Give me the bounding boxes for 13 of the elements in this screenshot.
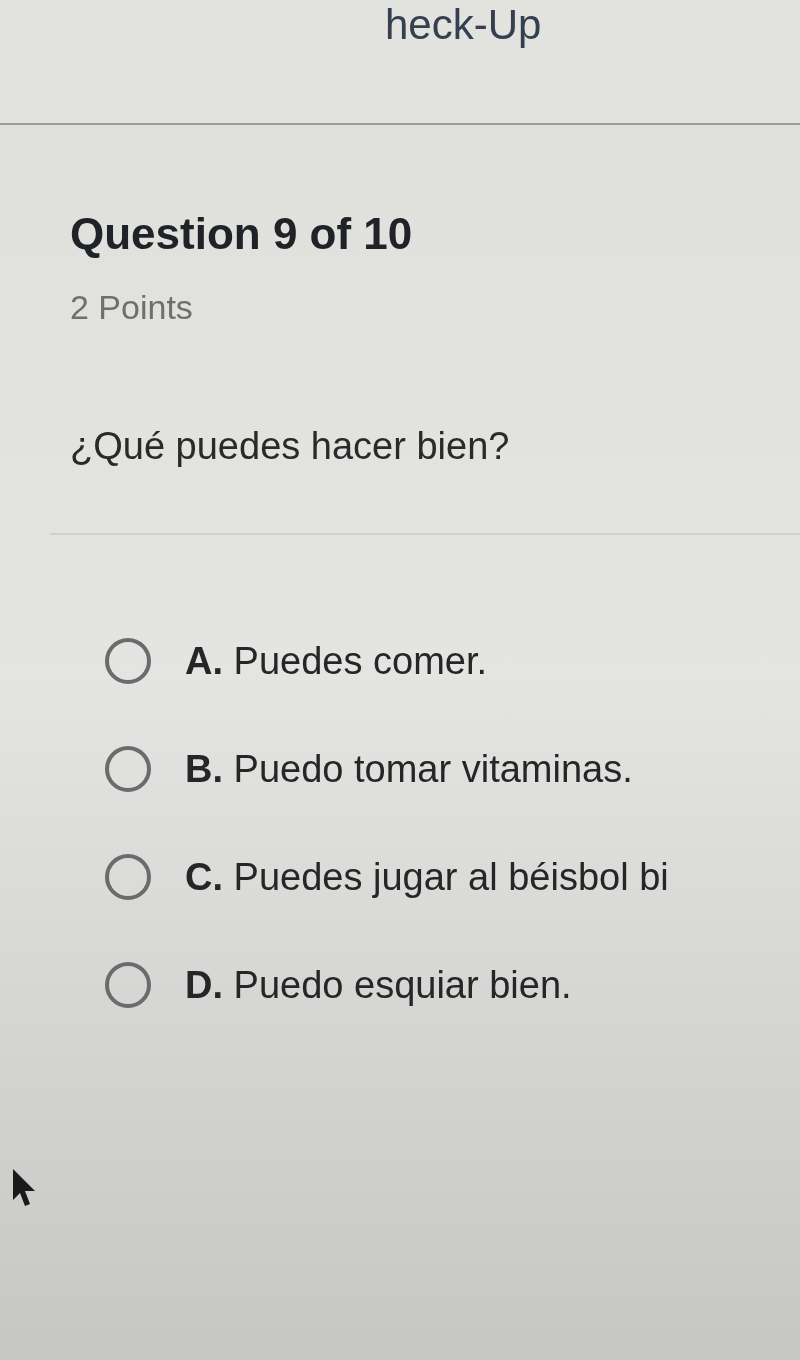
option-text: D. Puedo esquiar bien. (185, 963, 572, 1008)
option-text: A. Puedes comer. (185, 639, 488, 684)
question-prompt: ¿Qué puedes hacer bien? (70, 424, 510, 469)
points-label: 2 Points (70, 287, 193, 327)
option-text: B. Puedo tomar vitaminas. (185, 747, 633, 792)
radio-button[interactable] (105, 746, 151, 792)
radio-button[interactable] (105, 962, 151, 1008)
radio-button[interactable] (105, 854, 151, 900)
question-heading: Question 9 of 10 (70, 208, 413, 260)
option-text: C. Puedes jugar al béisbol bi (185, 855, 669, 900)
mouse-pointer-icon (12, 1168, 38, 1208)
radio-button[interactable] (105, 638, 151, 684)
page-title: heck-Up (385, 0, 542, 50)
